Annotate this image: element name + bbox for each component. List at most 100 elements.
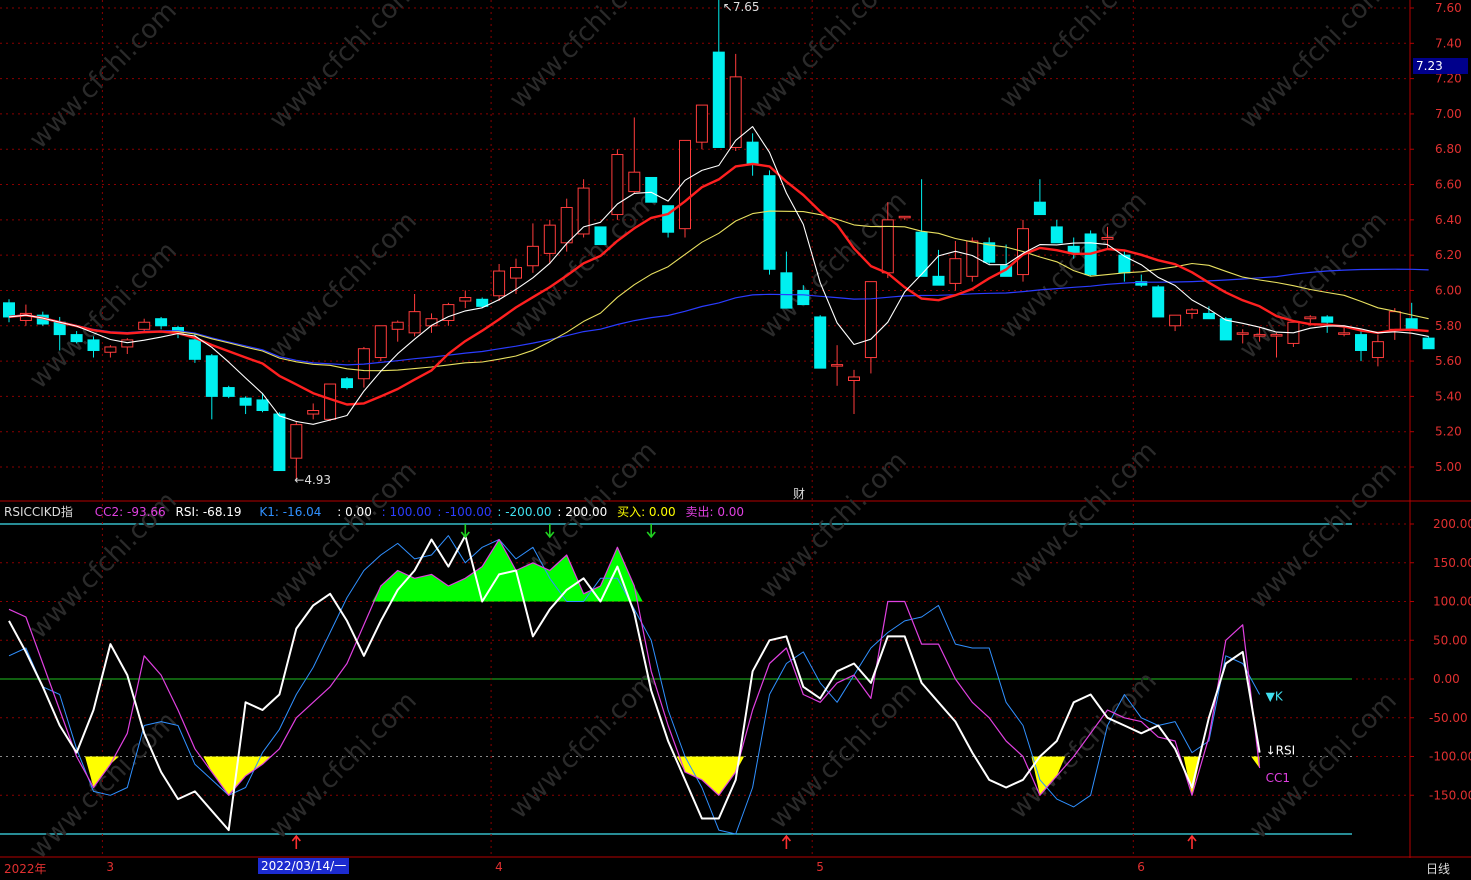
candle-down (273, 413, 286, 472)
candle-up (848, 376, 860, 381)
price-tick-label: 5.00 (1435, 460, 1462, 474)
chart-canvas: 7.607.407.207.006.806.606.406.206.005.80… (0, 0, 1471, 865)
sell-value: 卖出: 0.00 (685, 505, 745, 519)
candle-down (780, 272, 793, 309)
price-tick-label: 5.60 (1435, 354, 1462, 368)
candle-up (138, 321, 151, 330)
candle-up (391, 321, 404, 330)
ma-yellow-line (8, 210, 1429, 372)
buy-arrow (1187, 834, 1197, 849)
candle-up (493, 270, 506, 297)
candle-up (966, 240, 979, 277)
candle-down (932, 275, 945, 286)
indicator-tick-label: -50.00 (1429, 711, 1468, 725)
indicator-tick-label: 150.00 (1433, 556, 1471, 570)
candle-up (374, 325, 387, 359)
candle-down (763, 175, 776, 270)
candle-down (1152, 286, 1165, 318)
price-tick-label: 6.00 (1435, 283, 1462, 297)
candle-down (797, 289, 810, 306)
candle-up (543, 224, 556, 254)
candle-up (1304, 316, 1317, 320)
price-tick-label: 6.20 (1435, 248, 1462, 262)
buy-value: 买入: 0.00 (617, 505, 676, 519)
watermark-text: www.cfchi.com (1234, 206, 1393, 365)
watermark-text: www.cfchi.com (504, 666, 663, 825)
price-tick-label: 5.40 (1435, 389, 1462, 403)
price-tick-label: 6.60 (1435, 178, 1462, 192)
candle-up (1388, 311, 1401, 330)
moving-average-layer (8, 126, 1429, 425)
timeframe-label[interactable]: 日线 (1426, 860, 1450, 877)
candle-up (459, 297, 472, 302)
candle-down (3, 302, 15, 318)
time-axis-label: 2022年 (4, 862, 47, 876)
minus200-value: : -200.00 (497, 505, 552, 519)
candle-down (341, 378, 353, 389)
candle-down (1422, 337, 1435, 350)
time-axis-bar (0, 858, 1471, 880)
time-axis-label: 3 (106, 860, 115, 874)
candle-up (408, 311, 421, 334)
time-axis-label: 6 (1137, 860, 1145, 874)
watermark-text: www.cfchi.com (1244, 456, 1403, 615)
candle-up (831, 364, 844, 367)
plus100-value: : 100.00 (381, 505, 432, 519)
candle-down (1202, 312, 1215, 320)
candle-up (1338, 332, 1351, 335)
candle-up (949, 258, 962, 284)
watermark-text: www.cfchi.com (994, 0, 1153, 115)
indicator-tick-label: 0.00 (1433, 672, 1460, 686)
sell-arrow (646, 524, 656, 539)
candle-down (155, 318, 168, 327)
candle-up (560, 206, 573, 244)
price-tick-label: 7.00 (1435, 107, 1462, 121)
candle-down (476, 298, 489, 307)
watermark-text: www.cfchi.com (1004, 436, 1163, 595)
watermark-text: www.cfchi.com (1234, 0, 1393, 135)
candle-down (1355, 334, 1367, 351)
rsi-line-label: ↓RSI (1266, 744, 1296, 758)
candle-down (1321, 316, 1334, 323)
candle-down (1219, 318, 1232, 341)
candle-up (864, 281, 877, 359)
minus100-value: : -100.00 (437, 505, 492, 519)
candle-up (307, 410, 320, 415)
candlestick-layer (3, 0, 1435, 480)
indicator-name[interactable]: RSICCIKD指 (4, 505, 73, 519)
indicator-tick-label: -100.00 (1429, 750, 1471, 764)
watermark-text: www.cfchi.com (504, 0, 663, 115)
zero-value: : 0.00 (337, 505, 372, 519)
k-line-label: ▼K (1266, 690, 1284, 704)
time-axis-label: 4 (495, 860, 503, 874)
candle-down (87, 339, 100, 351)
candle-down (188, 339, 201, 360)
watermark-text: www.cfchi.com (744, 0, 903, 125)
oversold-fill (676, 756, 745, 796)
low-marker-label: ←4.93 (294, 473, 331, 487)
indicator-tick-label: 200.00 (1433, 517, 1471, 531)
candle-up (526, 245, 539, 267)
candle-up (1236, 332, 1249, 335)
ma-white-line (8, 126, 1429, 425)
candle-down (814, 316, 827, 369)
candle-up (121, 339, 134, 348)
candle-up (290, 424, 303, 459)
candle-down (1405, 318, 1418, 330)
candle-down (594, 226, 607, 246)
indicator-tick-label: 50.00 (1433, 633, 1467, 647)
candle-down (70, 334, 83, 343)
candle-up (1101, 237, 1114, 240)
candle-down (1033, 201, 1046, 216)
watermark-text: www.cfchi.com (754, 446, 913, 605)
watermark-text: www.cfchi.com (24, 0, 183, 155)
candle-up (324, 383, 337, 420)
candle-up (611, 154, 624, 216)
rsi-value: RSI: -68.19 (175, 505, 242, 519)
candle-up (898, 215, 911, 219)
candle-down (645, 176, 658, 203)
watermark-text: www.cfchi.com (264, 686, 423, 845)
indicator-tick-label: 100.00 (1433, 595, 1471, 609)
current-price-tag: 7.23 (1413, 58, 1468, 74)
watermark-text: www.cfchi.com (764, 676, 923, 835)
